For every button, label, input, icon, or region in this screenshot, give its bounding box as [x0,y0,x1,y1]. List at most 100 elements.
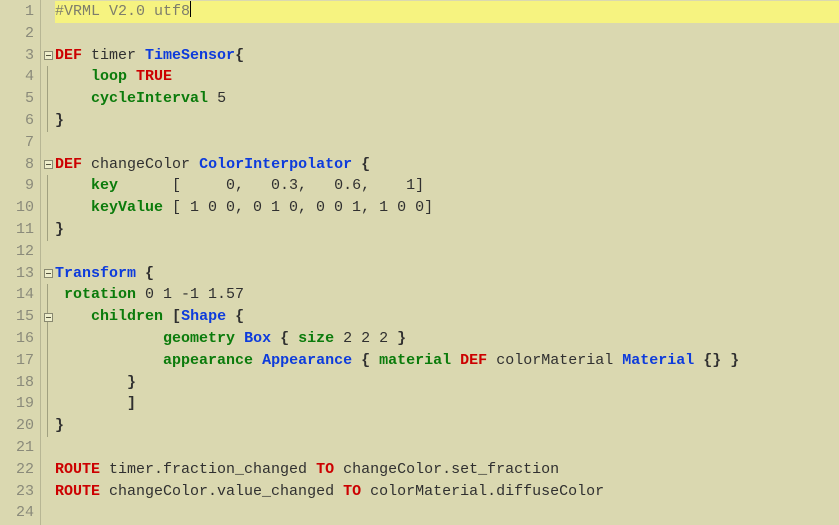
line-number: 10 [0,197,40,219]
token-text: [ 0, 0.3, 0.6, 1] [118,177,424,194]
code-area[interactable]: #VRML V2.0 utf8 DEF timer TimeSensor{ lo… [55,0,839,525]
code-line[interactable]: children [Shape { [55,306,839,328]
line-number: 14 [0,284,40,306]
line-number: 15 [0,306,40,328]
token-punct: { [361,352,370,369]
fold-toggle-icon[interactable] [44,269,53,278]
token-keyword: ROUTE [55,483,100,500]
code-line[interactable]: Transform { [55,263,839,285]
token-field: children [91,308,163,325]
token-punct: } [55,417,64,434]
token-comment: #VRML V2.0 utf8 [55,3,190,20]
line-number: 16 [0,328,40,350]
token-type: Material [622,352,694,369]
code-line[interactable] [55,132,839,154]
token-keyword: DEF [460,352,487,369]
line-number: 23 [0,481,40,503]
token-punct: { [145,265,154,282]
token-field: geometry [163,330,235,347]
line-number: 21 [0,437,40,459]
code-line[interactable]: cycleInterval 5 [55,88,839,110]
code-line[interactable] [55,241,839,263]
code-line[interactable]: ROUTE timer.fraction_changed TO changeCo… [55,459,839,481]
token-punct: { [280,330,289,347]
code-line[interactable]: appearance Appearance { material DEF col… [55,350,839,372]
token-punct: } [397,330,406,347]
code-line[interactable]: } [55,219,839,241]
code-line[interactable] [55,23,839,45]
token-keyword: TO [316,461,334,478]
token-field: appearance [163,352,253,369]
text-cursor [190,1,191,17]
token-type: Shape [181,308,226,325]
token-field: cycleInterval [91,90,208,107]
token-identifier: colorMaterial.diffuseColor [370,483,604,500]
code-line[interactable]: rotation 0 1 -1 1.57 [55,284,839,306]
token-type: Box [244,330,271,347]
line-number: 6 [0,110,40,132]
line-number: 20 [0,415,40,437]
token-punct: } [730,352,739,369]
token-keyword: TRUE [136,68,172,85]
token-identifier: colorMaterial [496,352,622,369]
code-line[interactable]: } [55,372,839,394]
line-number-gutter: 1 2 3 4 5 6 7 8 9 10 11 12 13 14 15 16 1… [0,0,41,525]
line-number: 19 [0,393,40,415]
token-punct: {} [703,352,721,369]
token-field: material [379,352,451,369]
line-number: 2 [0,23,40,45]
token-keyword: ROUTE [55,461,100,478]
token-identifier: timer.fraction_changed [109,461,316,478]
code-line[interactable]: } [55,415,839,437]
token-field: loop [91,68,127,85]
line-number: 18 [0,372,40,394]
token-keyword: DEF [55,47,82,64]
code-line[interactable]: keyValue [ 1 0 0, 0 1 0, 0 0 1, 1 0 0] [55,197,839,219]
token-punct: } [127,374,136,391]
line-number: 24 [0,502,40,524]
token-punct: } [55,221,64,238]
token-punct: } [55,112,64,129]
code-line[interactable]: #VRML V2.0 utf8 [55,1,839,23]
token-identifier: timer [91,47,145,64]
token-text: 2 2 2 [334,330,397,347]
token-field: keyValue [91,199,163,216]
code-line[interactable]: } [55,110,839,132]
fold-toggle-icon[interactable] [44,313,53,322]
code-line[interactable]: ROUTE changeColor.value_changed TO color… [55,481,839,503]
code-line[interactable] [55,502,839,524]
token-number: 5 [217,90,226,107]
token-type: ColorInterpolator [199,156,352,173]
code-line[interactable] [55,437,839,459]
code-line[interactable]: DEF changeColor ColorInterpolator { [55,154,839,176]
code-line[interactable]: loop TRUE [55,66,839,88]
line-number: 11 [0,219,40,241]
token-type: Appearance [262,352,352,369]
token-field: rotation [64,286,136,303]
token-type: Transform [55,265,136,282]
line-number: 5 [0,88,40,110]
token-keyword: DEF [55,156,82,173]
fold-margin [41,0,55,525]
line-number: 4 [0,66,40,88]
token-identifier: changeColor.value_changed [109,483,343,500]
code-line[interactable]: DEF timer TimeSensor{ [55,45,839,67]
line-number: 3 [0,45,40,67]
token-type: TimeSensor [145,47,235,64]
code-line[interactable]: key [ 0, 0.3, 0.6, 1] [55,175,839,197]
line-number: 8 [0,154,40,176]
line-number: 13 [0,263,40,285]
code-line[interactable]: geometry Box { size 2 2 2 } [55,328,839,350]
fold-toggle-icon[interactable] [44,160,53,169]
token-keyword: TO [343,483,361,500]
code-line[interactable]: ] [55,393,839,415]
token-punct: [ [172,308,181,325]
token-field: size [298,330,334,347]
line-number: 9 [0,175,40,197]
token-text: [ 1 0 0, 0 1 0, 0 0 1, 1 0 0] [163,199,433,216]
fold-toggle-icon[interactable] [44,51,53,60]
code-editor: 1 2 3 4 5 6 7 8 9 10 11 12 13 14 15 16 1… [0,0,839,525]
token-text: 0 1 -1 1.57 [136,286,244,303]
token-punct: ] [127,395,136,412]
token-field: key [91,177,118,194]
